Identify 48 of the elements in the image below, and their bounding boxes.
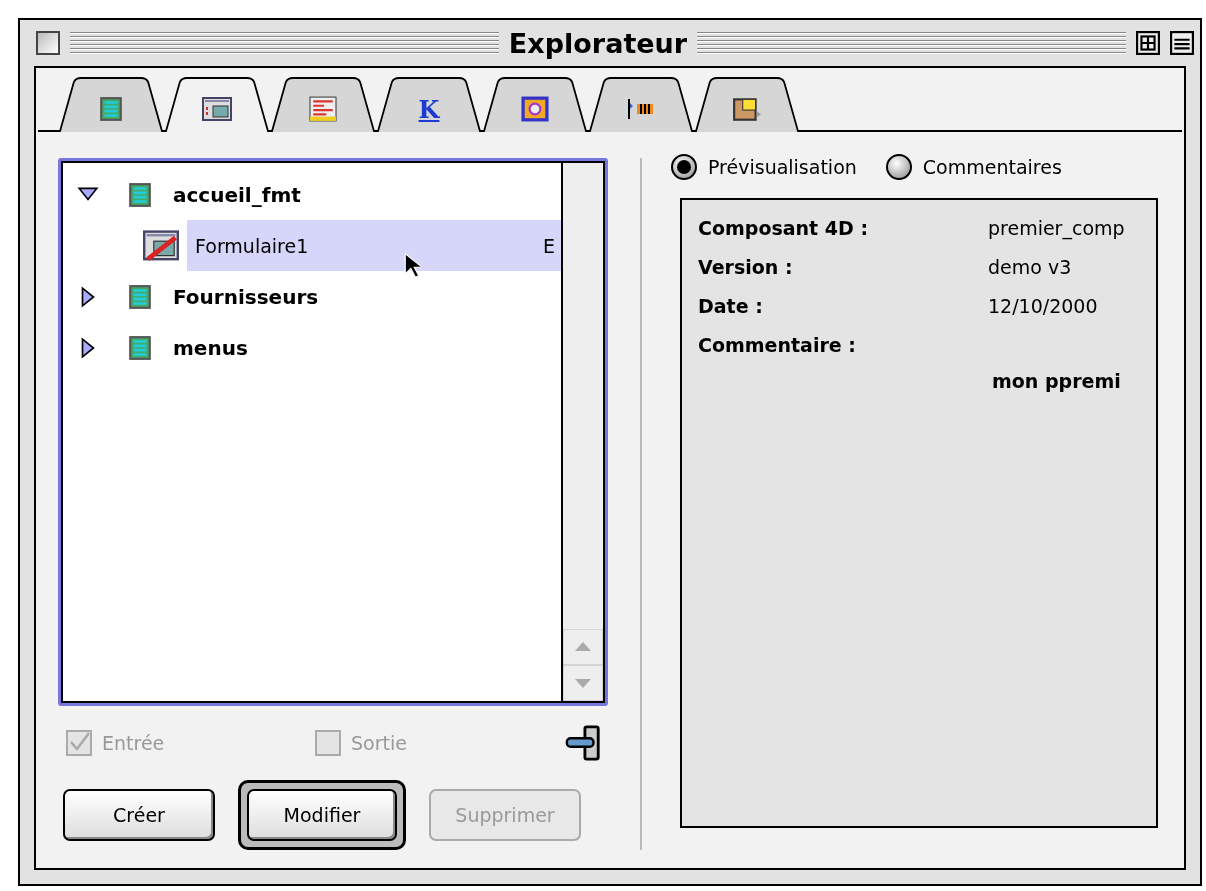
tree-row[interactable]: menus [63, 322, 561, 373]
push-button[interactable]: Créer [63, 789, 215, 841]
form-icon [143, 229, 179, 262]
pointer-icon [403, 251, 421, 279]
radio-label: Commentaires [922, 156, 1062, 178]
preview-value: demo v3 [988, 255, 1072, 278]
radio-button[interactable] [670, 153, 698, 181]
checkbox-label: Entrée [102, 732, 165, 754]
frame-icon [520, 96, 550, 122]
tree-item-label: menus [173, 335, 248, 360]
comment-text: mon ppremi [992, 369, 1122, 394]
close-box[interactable] [36, 31, 60, 55]
preview-label: Composant 4D : [698, 216, 869, 239]
table-icon [127, 283, 153, 310]
exit-icon[interactable] [564, 723, 602, 763]
tree-row[interactable]: Fournisseurs [63, 271, 561, 322]
tree-row[interactable]: accueil_fmt [63, 169, 561, 220]
radio-label: Prévisualisation [708, 156, 857, 178]
box-icon [732, 96, 762, 122]
bars-icon [626, 96, 656, 122]
tree-item-label: Fournisseurs [173, 284, 319, 309]
tab[interactable] [694, 76, 800, 132]
list-icon [308, 96, 338, 122]
form-icon [202, 96, 232, 122]
tab[interactable] [482, 76, 588, 132]
tree-row[interactable]: Formulaire1 E [187, 220, 561, 271]
radio-button[interactable] [884, 153, 913, 181]
tab[interactable] [270, 76, 376, 132]
tab-label: K [418, 94, 440, 124]
checkbox-label: Sortie [351, 732, 407, 754]
tab[interactable] [588, 76, 694, 132]
tab[interactable] [58, 76, 164, 132]
preview-value: premier_comp [988, 216, 1125, 239]
preview-label: Version : [698, 255, 794, 278]
window-title: Explorateur [508, 27, 688, 59]
zoom-box-icon[interactable] [1136, 31, 1160, 55]
tree-item-label: accueil_fmt [173, 182, 301, 207]
tab[interactable]: K [376, 76, 482, 132]
table-icon [127, 181, 153, 208]
collapse-box-icon[interactable] [1170, 31, 1194, 55]
preview-label: Date : [698, 294, 764, 317]
item-status-text: E [543, 234, 555, 257]
tab[interactable] [164, 76, 270, 132]
table-icon [127, 334, 153, 361]
tree-item-label: Formulaire1 [195, 234, 309, 257]
preview-value: 12/10/2000 [988, 294, 1098, 317]
preview-label: Commentaire : [698, 333, 857, 356]
push-button[interactable]: Modifier [247, 789, 397, 841]
